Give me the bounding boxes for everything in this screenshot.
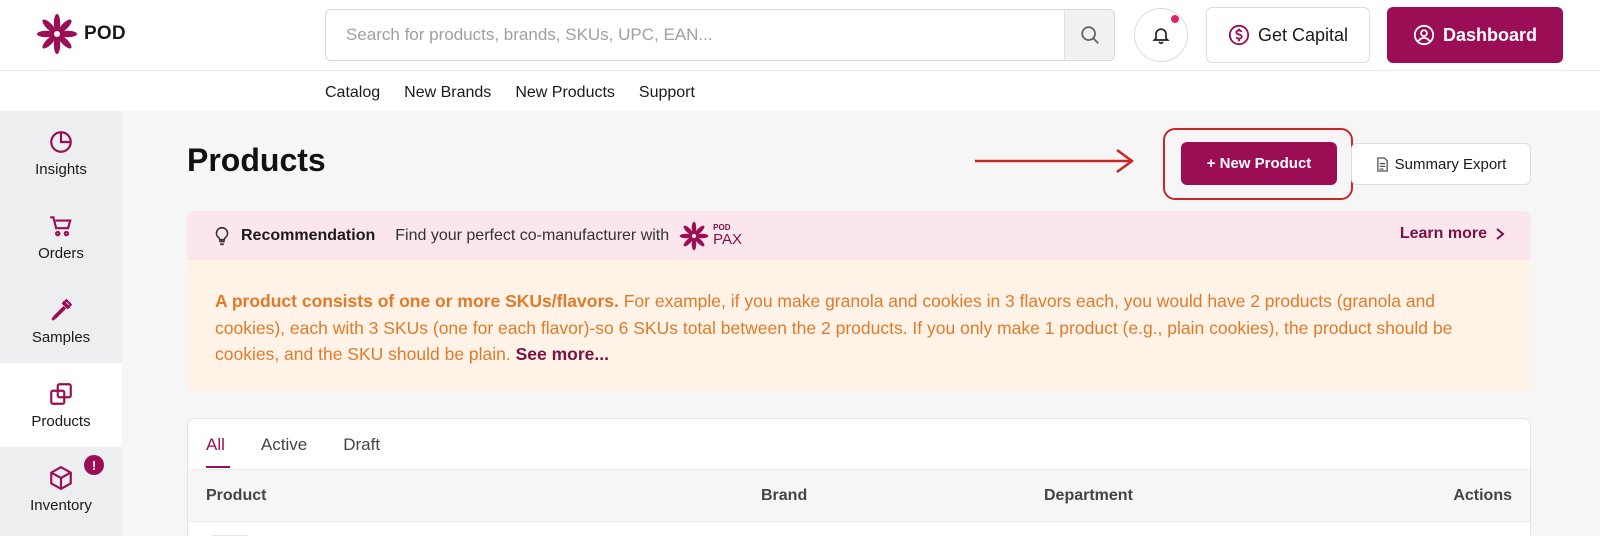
logo-text: POD (84, 23, 126, 44)
column-brand[interactable]: Brand (761, 487, 807, 505)
tab-draft[interactable]: Draft (343, 435, 380, 468)
document-icon (1376, 156, 1388, 172)
summary-export-button[interactable]: Summary Export (1351, 143, 1531, 185)
sub-navigation: Catalog New Brands New Products Support (325, 80, 695, 106)
product-tabs: All Active Draft (206, 435, 380, 468)
sidebar-item-label: Products (31, 412, 91, 430)
get-capital-button[interactable]: Get Capital (1206, 7, 1370, 63)
info-lead: A product consists of one or more SKUs/f… (215, 291, 619, 311)
notification-dot (1170, 14, 1180, 24)
search-bar (325, 9, 1115, 61)
dashboard-label: Dashboard (1442, 24, 1538, 45)
sidebar-item-label: Samples (31, 328, 91, 346)
sidebar-item-insights[interactable]: Insights (0, 111, 122, 195)
subnav-support[interactable]: Support (639, 84, 695, 102)
get-capital-label: Get Capital (1257, 24, 1349, 45)
box-icon (50, 465, 72, 490)
page-title: Products (187, 142, 326, 178)
summary-export-label: Summary Export (1394, 155, 1507, 173)
sidebar: Insights Orders Samples Products Invento… (0, 111, 122, 536)
table-header: Product Brand Department Actions (188, 469, 1530, 522)
new-product-button[interactable]: + New Product (1181, 142, 1337, 185)
column-actions: Actions (1453, 487, 1512, 504)
sidebar-item-orders[interactable]: Orders (0, 195, 122, 279)
sidebar-item-inventory[interactable]: Inventory ! (0, 447, 122, 531)
user-circle-icon (1413, 24, 1435, 46)
learn-more-label: Learn more (1399, 225, 1487, 242)
dashboard-button[interactable]: Dashboard (1387, 7, 1563, 63)
sidebar-item-label: Insights (35, 160, 87, 178)
annotation-arrow-icon (975, 148, 1135, 174)
sidebar-item-label: Inventory (30, 496, 92, 514)
search-icon (1080, 26, 1099, 44)
column-department[interactable]: Department (1044, 487, 1133, 505)
top-header: POD Get Capital Dashboard (0, 0, 1600, 71)
product-info-panel: A product consists of one or more SKUs/f… (187, 260, 1531, 392)
inventory-alert-badge: ! (84, 455, 104, 475)
flower-logo-icon (679, 221, 709, 250)
sidebar-item-products[interactable]: Products (0, 363, 122, 447)
recommendation-title: Recommendation (241, 226, 376, 244)
search-button[interactable] (1064, 10, 1114, 60)
recommendation-banner: Recommendation Find your perfect co-manu… (187, 211, 1531, 260)
learn-more-link[interactable]: Learn more (1400, 225, 1505, 243)
bell-icon (1152, 28, 1170, 45)
copy-icon (50, 382, 72, 405)
recommendation-text: Find your perfect co-manufacturer with (395, 226, 670, 244)
products-table: All Active Draft Product Brand Departmen… (187, 418, 1531, 536)
pax-logo-big: PAX (713, 231, 743, 248)
dropper-icon (51, 298, 73, 321)
flower-logo-icon (37, 14, 77, 54)
column-product[interactable]: Product (206, 487, 266, 505)
chevron-right-icon (1496, 228, 1505, 240)
pod-logo[interactable]: POD (36, 13, 126, 55)
sidebar-item-samples[interactable]: Samples (0, 279, 122, 363)
pie-chart-icon (50, 130, 72, 153)
see-more-link[interactable]: See more... (516, 344, 609, 364)
lightbulb-icon (215, 226, 229, 245)
tab-all[interactable]: All (206, 435, 230, 468)
tab-active[interactable]: Active (261, 435, 307, 468)
dollar-circle-icon (1228, 24, 1250, 46)
subnav-catalog[interactable]: Catalog (325, 84, 380, 102)
subnav-new-products[interactable]: New Products (515, 84, 615, 102)
sidebar-item-label: Orders (38, 244, 84, 262)
subnav-new-brands[interactable]: New Brands (404, 84, 491, 102)
cart-icon (50, 215, 72, 236)
notifications-button[interactable] (1134, 8, 1188, 62)
search-input[interactable] (326, 10, 1064, 60)
new-product-label: + New Product (1206, 155, 1312, 172)
pod-pax-logo: POD PAX (679, 221, 742, 251)
